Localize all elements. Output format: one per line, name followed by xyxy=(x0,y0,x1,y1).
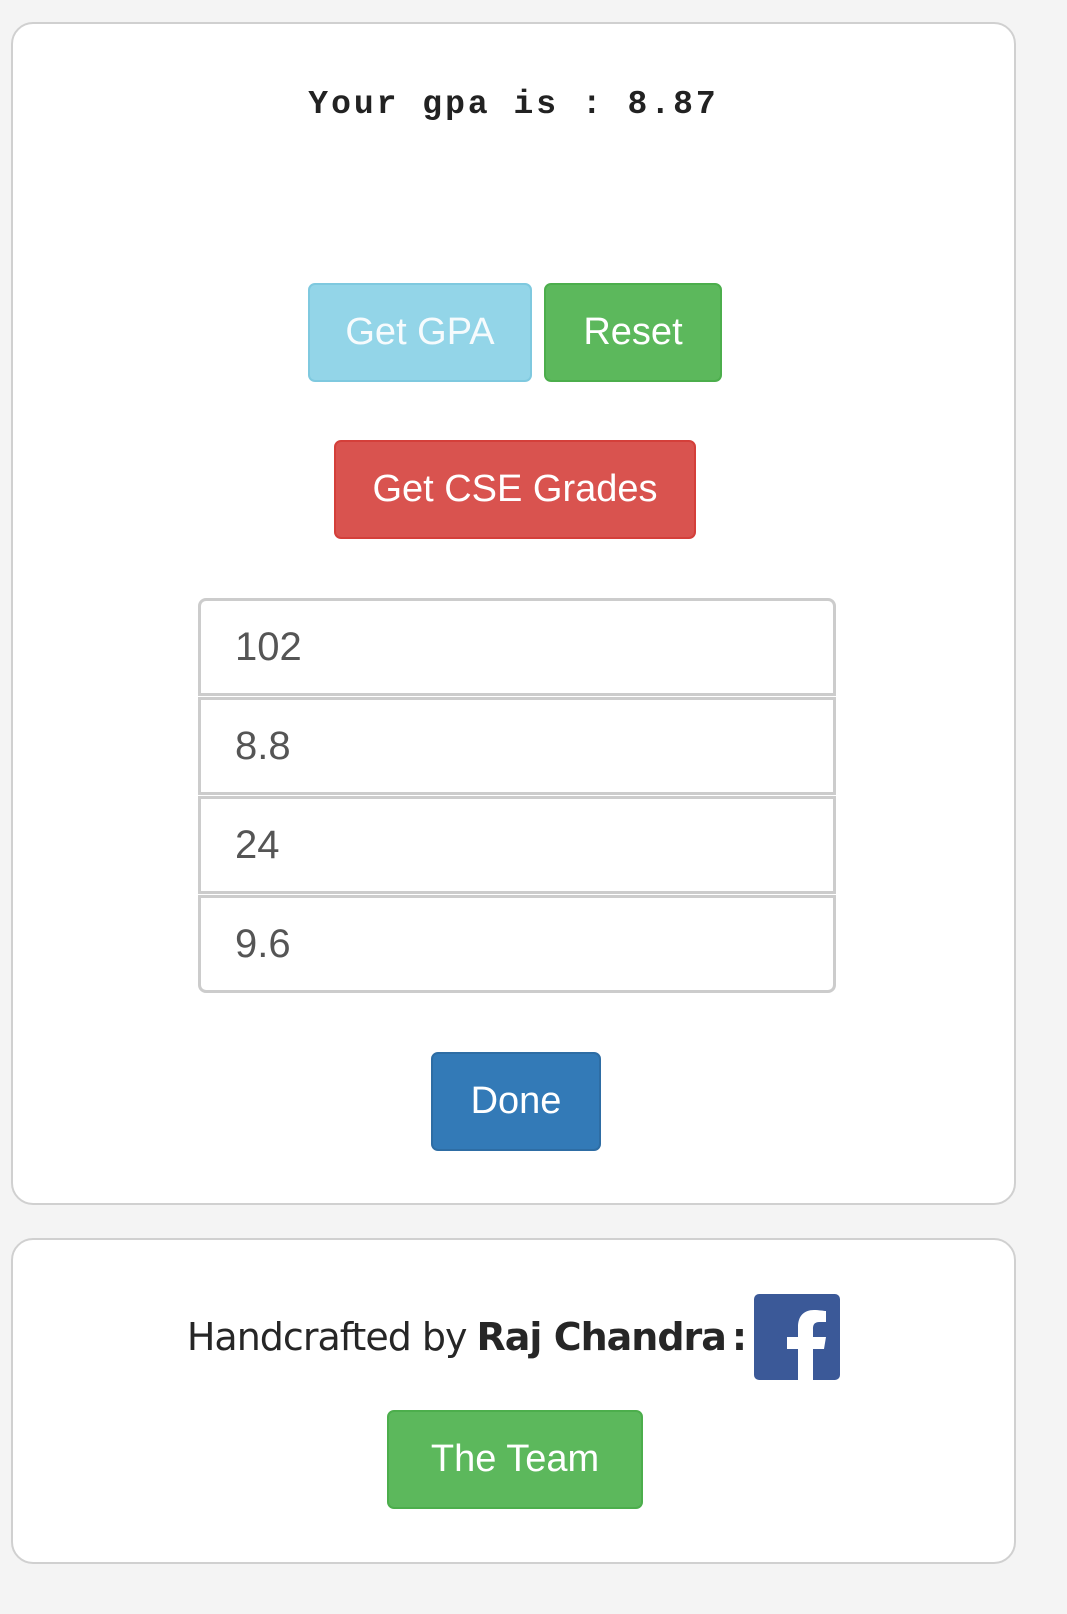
author-name: Raj Chandra xyxy=(476,1315,727,1359)
credits-input[interactable]: 102 xyxy=(198,598,836,696)
get-gpa-button[interactable]: Get GPA xyxy=(308,283,532,382)
semester-credits-input[interactable]: 24 xyxy=(198,796,836,894)
the-team-button[interactable]: The Team xyxy=(387,1410,643,1509)
credit-prefix: Handcrafted by xyxy=(186,1315,468,1359)
facebook-icon[interactable] xyxy=(754,1294,841,1380)
credit-line: Handcrafted by Raj Chandra : xyxy=(13,1294,1014,1380)
get-cse-grades-button[interactable]: Get CSE Grades xyxy=(334,440,696,539)
credit-separator: : xyxy=(731,1315,747,1359)
gpa-input[interactable]: 8.8 xyxy=(198,697,836,795)
done-button[interactable]: Done xyxy=(431,1052,601,1151)
footer-panel: Handcrafted by Raj Chandra : The Team xyxy=(11,1238,1016,1564)
reset-button[interactable]: Reset xyxy=(544,283,722,382)
gpa-calculator-panel: Your gpa is : 8.87 Get GPA Reset Get CSE… xyxy=(11,22,1016,1205)
gpa-result-text: Your gpa is : 8.87 xyxy=(308,86,719,123)
semester-gpa-input[interactable]: 9.6 xyxy=(198,895,836,993)
